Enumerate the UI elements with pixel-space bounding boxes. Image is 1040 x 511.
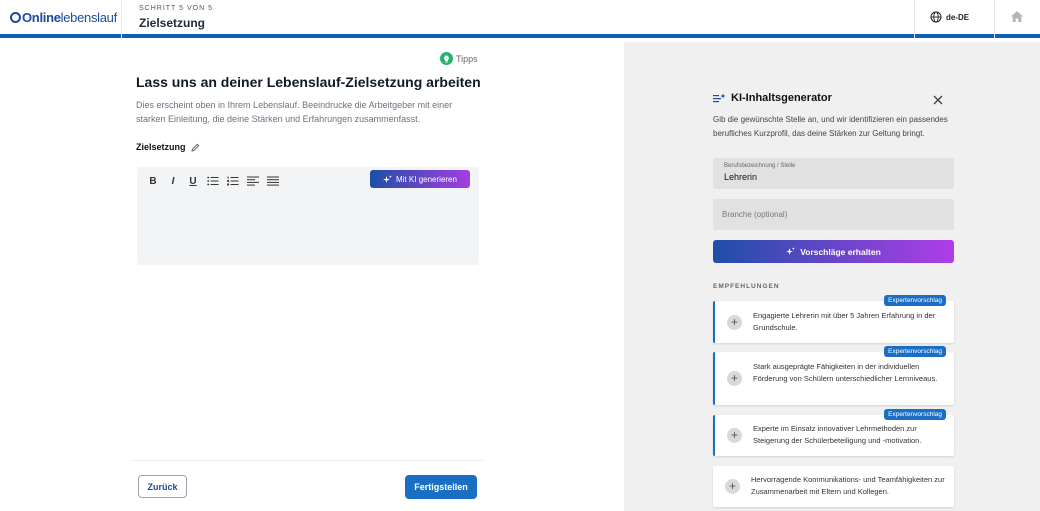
sparkle-icon	[786, 247, 795, 255]
tipps-button[interactable]: Tipps	[440, 52, 478, 65]
job-title-field[interactable]: Berufsbezeichnung / Stelle Lehrerin	[713, 158, 954, 189]
align-justify-icon	[267, 176, 279, 186]
header-divider	[914, 0, 915, 38]
header-divider	[121, 0, 122, 38]
industry-field[interactable]: Branche (optional)	[713, 199, 954, 230]
close-icon	[933, 95, 943, 105]
italic-button[interactable]: I	[164, 173, 182, 189]
expert-suggestion-badge: Expertenvorschlag	[884, 295, 946, 306]
close-button[interactable]	[933, 92, 943, 110]
home-button[interactable]	[1010, 10, 1024, 28]
language-selector[interactable]: de-DE	[930, 11, 969, 23]
language-label: de-DE	[946, 12, 970, 22]
add-icon[interactable]: +	[725, 479, 740, 494]
get-suggestions-label: Vorschläge erhalten	[800, 246, 881, 257]
editor-panel: Tipps Lass uns an deiner Lebenslauf-Ziel…	[0, 42, 624, 511]
logo-mark-icon	[10, 12, 21, 23]
expert-suggestion-badge: Expertenvorschlag	[884, 346, 946, 357]
sparkle-icon	[383, 174, 392, 183]
finish-button[interactable]: Fertigstellen	[405, 475, 477, 499]
page-title: Lass uns an deiner Lebenslauf-Zielsetzun…	[136, 74, 481, 90]
generator-description: Gib die gewünschte Stelle an, und wir id…	[713, 115, 948, 138]
recommendation-card[interactable]: + Hervorragende Kommunikations- und Team…	[713, 466, 954, 507]
align-left-button[interactable]	[244, 173, 262, 189]
header-divider	[994, 0, 995, 38]
add-icon[interactable]: +	[727, 428, 742, 443]
page-description: Dies erscheint oben in Ihrem Lebenslauf.…	[136, 100, 453, 124]
recommendation-text: Experte im Einsatz innovativer Lehrmetho…	[753, 424, 922, 445]
tipps-label: Tipps	[456, 53, 478, 64]
recommendations-header: EMPFEHLUNGEN	[713, 283, 780, 290]
ai-text-icon	[713, 93, 726, 102]
bold-button[interactable]: B	[144, 173, 162, 189]
objective-field-label: Zielsetzung	[136, 142, 200, 152]
underline-button[interactable]: U	[184, 173, 202, 189]
recommendation-text: Stark ausgeprägte Fähigkeiten in der ind…	[753, 362, 938, 383]
editor-toolbar: B I U Mit KI generieren	[137, 167, 479, 195]
step-title: Zielsetzung	[139, 16, 206, 30]
bullet-list-icon	[207, 176, 219, 186]
logo-light-text: lebenslauf	[60, 10, 118, 25]
ai-generator-panel: KI-Inhaltsgenerator Gib die gewünschte S…	[624, 42, 1040, 511]
logo-bold-text: Online	[22, 10, 61, 25]
objective-text-area[interactable]	[137, 195, 479, 265]
step-label: SCHRITT 5 VON 5	[139, 5, 213, 12]
job-title-label: Berufsbezeichnung / Stelle	[724, 163, 796, 169]
add-icon[interactable]: +	[727, 315, 742, 330]
logo[interactable]: Online lebenslauf	[10, 10, 117, 25]
expert-suggestion-badge: Expertenvorschlag	[884, 409, 946, 420]
numbered-list-icon	[227, 176, 239, 186]
align-left-icon	[247, 176, 259, 186]
get-suggestions-button[interactable]: Vorschläge erhalten	[713, 240, 954, 263]
objective-label-text: Zielsetzung	[136, 142, 186, 152]
globe-icon	[930, 11, 942, 23]
numbered-list-button[interactable]	[224, 173, 242, 189]
recommendation-text: Hervorragende Kommunikations- und Teamfä…	[751, 475, 945, 496]
add-icon[interactable]: +	[727, 371, 742, 386]
recommendation-card[interactable]: Expertenvorschlag + Engagierte Lehrerin …	[713, 295, 954, 343]
job-title-value: Lehrerin	[724, 172, 758, 182]
pencil-icon[interactable]	[190, 143, 200, 152]
align-justify-button[interactable]	[264, 173, 282, 189]
recommendation-card[interactable]: Expertenvorschlag + Experte im Einsatz i…	[713, 409, 954, 456]
recommendation-card[interactable]: Expertenvorschlag + Stark ausgeprägte Fä…	[713, 346, 954, 405]
generator-title: KI-Inhaltsgenerator	[713, 92, 832, 104]
objective-rich-text-editor[interactable]: B I U Mit KI generieren	[137, 167, 479, 265]
generator-title-text: KI-Inhaltsgenerator	[731, 92, 832, 104]
home-icon	[1011, 11, 1023, 22]
generate-with-ai-button[interactable]: Mit KI generieren	[370, 170, 470, 188]
generate-with-ai-label: Mit KI generieren	[396, 174, 457, 184]
lightbulb-icon	[440, 52, 453, 65]
bullet-list-button[interactable]	[204, 173, 222, 189]
footer-divider	[130, 460, 484, 461]
industry-placeholder: Branche (optional)	[722, 210, 788, 219]
back-button[interactable]: Zurück	[138, 475, 187, 498]
top-header: Online lebenslauf SCHRITT 5 VON 5 Zielse…	[0, 0, 1040, 38]
recommendation-text: Engagierte Lehrerin mit über 5 Jahren Er…	[753, 311, 936, 332]
